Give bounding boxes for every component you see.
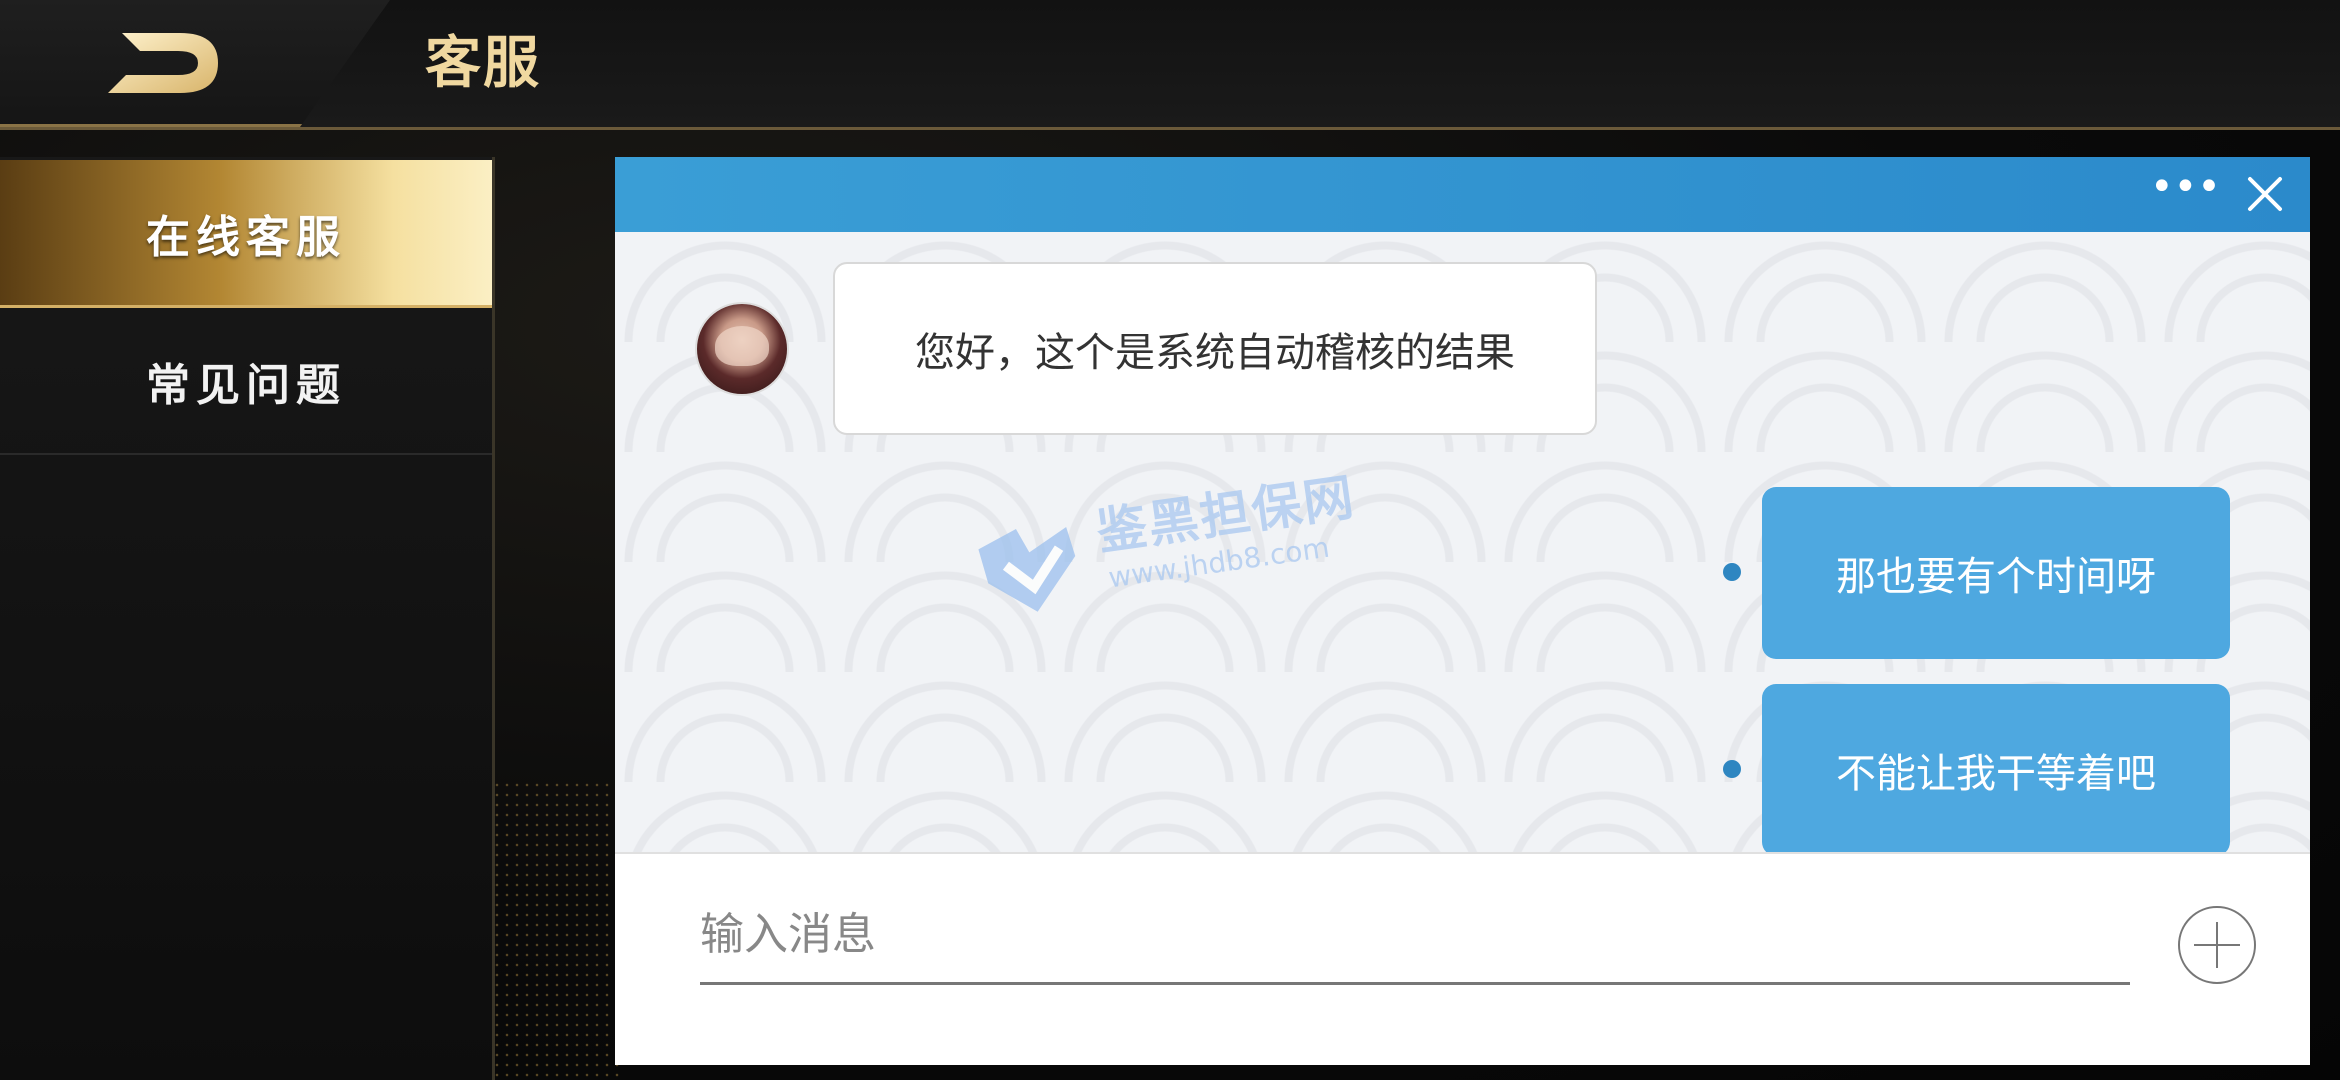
close-button[interactable]: [2240, 169, 2290, 219]
ellipsis-icon: •••: [2150, 164, 2221, 210]
chat-messages[interactable]: 您好，这个是系统自动稽核的结果 鉴黑担保网 www.jhdb8.com 那也要有…: [615, 232, 2310, 852]
message-text: 您好，这个是系统自动稽核的结果: [915, 329, 1515, 376]
message-bubble-agent: 您好，这个是系统自动稽核的结果: [833, 262, 1597, 435]
chat-header: •••: [615, 157, 2310, 232]
top-bar: 客服: [0, 0, 2340, 130]
message-bubble-user: 那也要有个时间呀: [1762, 487, 2230, 659]
back-button[interactable]: [100, 25, 230, 100]
sidebar-item-label: 常见问题: [146, 359, 346, 411]
message-text: 不能让我干等着吧: [1836, 751, 2156, 797]
app-root: 客服 在线客服 常见问题 ••• 您好，这个是系统自动稽核的结果 鉴黑担保网 w…: [0, 0, 2340, 1080]
chat-window: ••• 您好，这个是系统自动稽核的结果 鉴黑担保网 www.jhdb8.com: [615, 157, 2310, 1065]
message-input[interactable]: [700, 894, 2130, 985]
message-status-dot: [1723, 760, 1741, 778]
agent-avatar: [695, 302, 789, 396]
sidebar-item-label: 在线客服: [146, 211, 346, 263]
message-text: 那也要有个时间呀: [1836, 554, 2156, 600]
shield-check-icon: [978, 526, 1076, 612]
more-button[interactable]: •••: [2150, 167, 2221, 213]
close-icon: [2248, 177, 2282, 211]
back-arrow-icon: [108, 33, 218, 93]
sidebar-item-online-service[interactable]: 在线客服: [0, 160, 492, 308]
page-title: 客服: [425, 31, 541, 96]
message-input-area: [615, 852, 2310, 1065]
sidebar: 在线客服 常见问题: [0, 157, 495, 1080]
sidebar-item-faq[interactable]: 常见问题: [0, 308, 492, 455]
message-status-dot: [1723, 563, 1741, 581]
plus-circle-icon[interactable]: [2178, 906, 2256, 984]
message-bubble-user: 不能让我干等着吧: [1762, 684, 2230, 852]
watermark: 鉴黑担保网 www.jhdb8.com: [967, 445, 1384, 649]
decorative-dot-grid: [492, 780, 622, 1080]
